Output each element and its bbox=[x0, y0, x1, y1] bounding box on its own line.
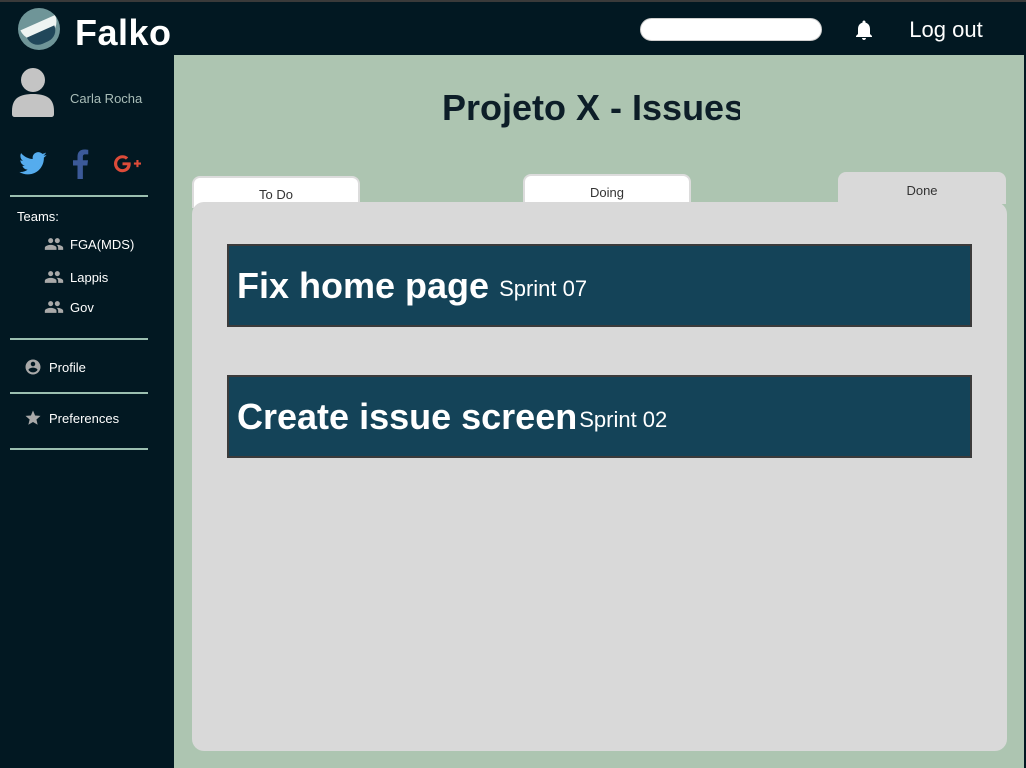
user-name[interactable]: Carla Rocha bbox=[70, 91, 142, 106]
main-content: Projeto X - Issues To Do Doing Done Fix … bbox=[174, 55, 1024, 768]
group-icon bbox=[44, 238, 64, 250]
sidebar-item-preferences[interactable]: Preferences bbox=[24, 408, 119, 428]
google-plus-icon[interactable] bbox=[113, 149, 143, 179]
star-icon bbox=[25, 410, 41, 425]
issue-card[interactable]: Fix home page Sprint 07 bbox=[227, 244, 972, 327]
team-label: Lappis bbox=[70, 269, 109, 285]
page-title: Projeto X - Issues bbox=[442, 87, 740, 128]
teams-heading: Teams: bbox=[17, 209, 59, 224]
sidebar-item-team-lappis[interactable]: Lappis bbox=[44, 268, 108, 286]
issues-board: Fix home page Sprint 07 Create issue scr… bbox=[192, 202, 1007, 751]
sidebar-divider bbox=[10, 195, 148, 197]
twitter-icon[interactable] bbox=[18, 149, 48, 179]
issue-sprint: Sprint 07 bbox=[499, 275, 588, 301]
sidebar: Carla Rocha Teams: FGA(MDS) Lappis Gov P… bbox=[0, 55, 174, 768]
bell-icon[interactable] bbox=[852, 18, 876, 42]
team-label: FGA(MDS) bbox=[70, 236, 135, 252]
menu-label: Preferences bbox=[49, 410, 120, 426]
account-circle-icon bbox=[25, 359, 41, 375]
avatar[interactable] bbox=[10, 67, 56, 117]
team-label: Gov bbox=[70, 299, 94, 315]
sidebar-item-profile[interactable]: Profile bbox=[24, 357, 86, 377]
logout-button[interactable]: Log out bbox=[884, 2, 1008, 57]
issue-title: Fix home page bbox=[237, 264, 490, 306]
top-bar: Falko Log out bbox=[0, 0, 1026, 57]
group-icon bbox=[44, 271, 64, 283]
issue-title: Create issue screen bbox=[237, 395, 578, 437]
tab-done[interactable]: Done bbox=[838, 172, 1006, 204]
menu-label: Profile bbox=[49, 359, 86, 375]
sidebar-divider bbox=[10, 448, 148, 450]
sidebar-divider bbox=[10, 338, 148, 340]
sidebar-divider bbox=[10, 392, 148, 394]
sidebar-item-team-gov[interactable]: Gov bbox=[44, 298, 94, 316]
search-input[interactable] bbox=[640, 18, 822, 41]
issue-sprint: Sprint 02 bbox=[579, 406, 668, 432]
tab-label: Done bbox=[906, 183, 938, 198]
sidebar-item-team-fga[interactable]: FGA(MDS) bbox=[44, 235, 134, 253]
app-brand[interactable]: Falko bbox=[75, 12, 172, 54]
group-icon bbox=[44, 301, 64, 313]
facebook-icon[interactable] bbox=[66, 149, 96, 179]
falko-logo-icon[interactable] bbox=[18, 8, 60, 50]
issue-card[interactable]: Create issue screen Sprint 02 bbox=[227, 375, 972, 458]
